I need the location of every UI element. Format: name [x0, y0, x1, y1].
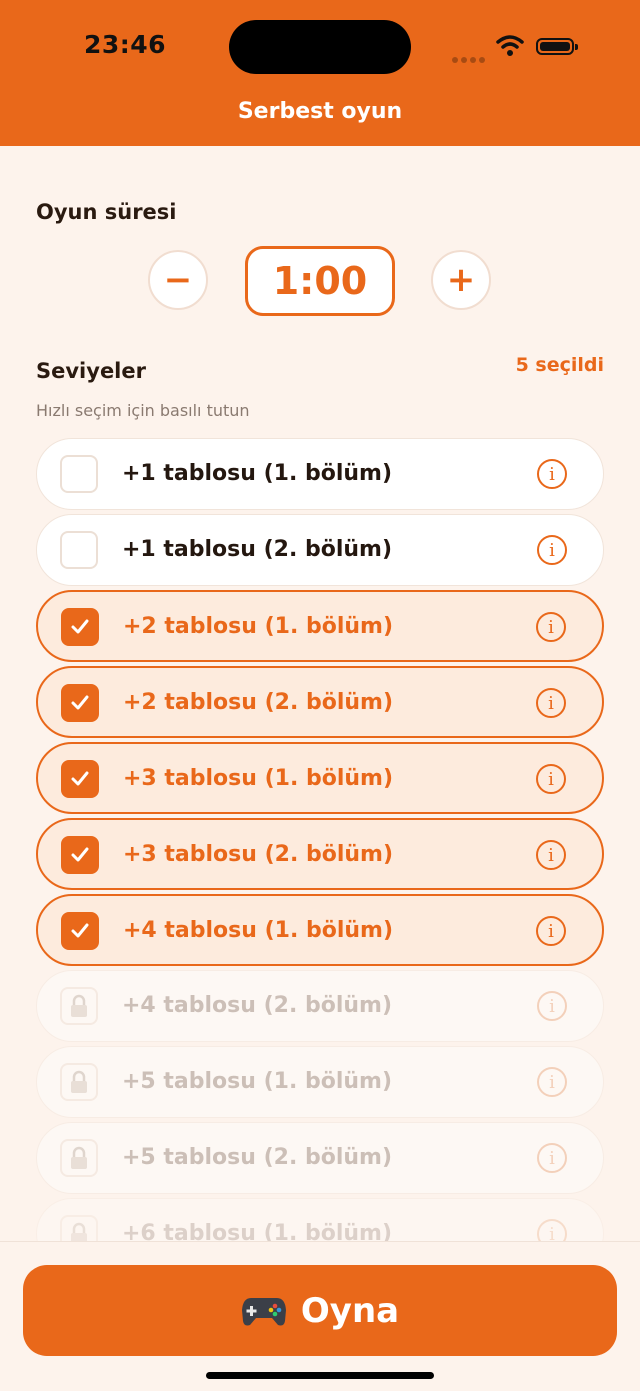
- level-row[interactable]: +1 tablosu (2. bölüm) i: [36, 514, 604, 586]
- checkmark-icon: [71, 847, 89, 862]
- info-icon[interactable]: i: [537, 1143, 567, 1173]
- level-row[interactable]: +2 tablosu (1. bölüm) i: [36, 590, 604, 662]
- duration-section-title: Oyun süresi: [36, 200, 177, 224]
- level-label: +1 tablosu (2. bölüm): [122, 537, 393, 562]
- checkmark-icon: [71, 771, 89, 786]
- checkmark-icon: [71, 619, 89, 634]
- info-icon[interactable]: i: [536, 688, 566, 718]
- levels-list: +1 tablosu (1. bölüm) i +1 tablosu (2. b…: [0, 430, 640, 1242]
- checkbox-checked[interactable]: [61, 760, 99, 798]
- info-icon[interactable]: i: [536, 764, 566, 794]
- level-row-locked[interactable]: +5 tablosu (1. bölüm) i: [36, 1046, 604, 1118]
- level-label: +4 tablosu (2. bölüm): [122, 993, 393, 1018]
- level-label: +4 tablosu (1. bölüm): [123, 918, 394, 943]
- checkbox[interactable]: [60, 455, 98, 493]
- info-icon[interactable]: i: [537, 535, 567, 565]
- dynamic-island: [229, 20, 411, 74]
- status-time: 23:46: [84, 30, 167, 59]
- level-label: +2 tablosu (2. bölüm): [123, 690, 394, 715]
- level-row[interactable]: +1 tablosu (1. bölüm) i: [36, 438, 604, 510]
- level-label: +1 tablosu (1. bölüm): [122, 461, 393, 486]
- app-header: 23:46 Serbest oyun: [0, 0, 640, 146]
- checkbox[interactable]: [60, 531, 98, 569]
- lock-icon: [60, 1139, 98, 1177]
- decrement-button[interactable]: −: [148, 250, 208, 310]
- level-row-locked[interactable]: +4 tablosu (2. bölüm) i: [36, 970, 604, 1042]
- lock-icon: [60, 1215, 98, 1242]
- level-label: +3 tablosu (2. bölüm): [123, 842, 394, 867]
- selected-count-badge: 5 seçildi: [515, 354, 604, 376]
- checkbox-checked[interactable]: [61, 608, 99, 646]
- status-icons: [452, 34, 592, 63]
- info-icon[interactable]: i: [537, 991, 567, 1021]
- level-label: +5 tablosu (1. bölüm): [122, 1069, 393, 1094]
- home-indicator: [206, 1372, 434, 1379]
- level-row[interactable]: +3 tablosu (1. bölüm) i: [36, 742, 604, 814]
- info-icon[interactable]: i: [537, 1067, 567, 1097]
- level-label: +6 tablosu (1. bölüm): [122, 1221, 393, 1242]
- lock-icon: [60, 987, 98, 1025]
- info-icon[interactable]: i: [536, 916, 566, 946]
- bottom-divider: [0, 1241, 640, 1242]
- level-label: +2 tablosu (1. bölüm): [123, 614, 394, 639]
- battery-icon: [536, 38, 578, 55]
- info-icon[interactable]: i: [536, 612, 566, 642]
- play-button-label: Oyna: [300, 1290, 400, 1331]
- level-row-locked[interactable]: +5 tablosu (2. bölüm) i: [36, 1122, 604, 1194]
- levels-hint: Hızlı seçim için basılı tutun: [36, 401, 250, 420]
- info-icon[interactable]: i: [537, 459, 567, 489]
- checkmark-icon: [71, 695, 89, 710]
- play-button[interactable]: Oyna: [23, 1265, 617, 1356]
- level-row[interactable]: +3 tablosu (2. bölüm) i: [36, 818, 604, 890]
- signal-icon: [452, 48, 488, 67]
- increment-button[interactable]: +: [431, 250, 491, 310]
- info-icon[interactable]: i: [536, 840, 566, 870]
- lock-icon: [60, 1063, 98, 1101]
- duration-value: 1:00: [245, 246, 395, 316]
- info-icon[interactable]: i: [537, 1219, 567, 1242]
- level-row[interactable]: +4 tablosu (1. bölüm) i: [36, 894, 604, 966]
- checkbox-checked[interactable]: [61, 836, 99, 874]
- level-row[interactable]: +2 tablosu (2. bölüm) i: [36, 666, 604, 738]
- wifi-icon: [496, 35, 524, 56]
- checkbox-checked[interactable]: [61, 684, 99, 722]
- level-row-locked[interactable]: +6 tablosu (1. bölüm) i: [36, 1198, 604, 1242]
- levels-section-title: Seviyeler: [36, 359, 146, 383]
- level-label: +5 tablosu (2. bölüm): [122, 1145, 393, 1170]
- checkmark-icon: [71, 923, 89, 938]
- page-title: Serbest oyun: [237, 99, 403, 124]
- checkbox-checked[interactable]: [61, 912, 99, 950]
- level-label: +3 tablosu (1. bölüm): [123, 766, 394, 791]
- gamepad-icon: [241, 1297, 286, 1325]
